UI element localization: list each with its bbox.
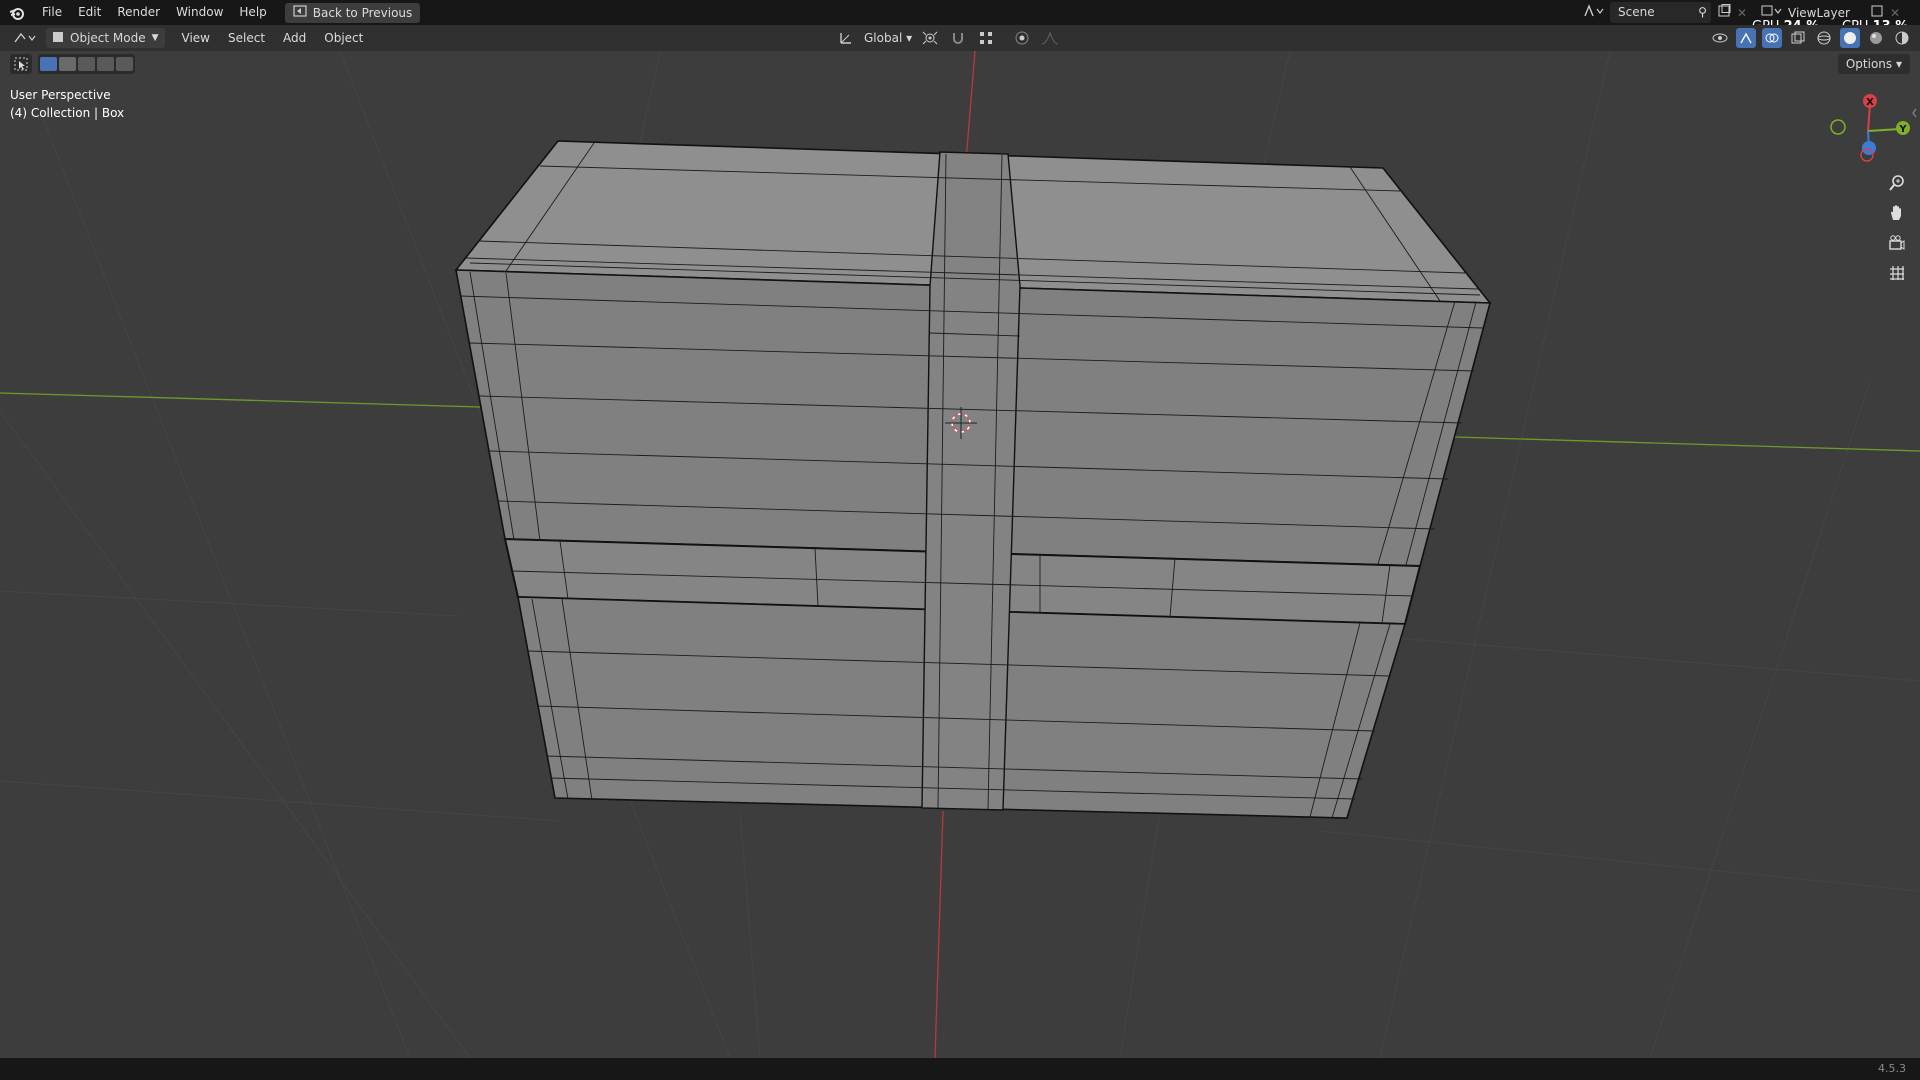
pin-icon[interactable]: ⚲: [1698, 2, 1707, 23]
y-axis-line: [0, 392, 481, 408]
menu-add[interactable]: Add: [274, 31, 315, 45]
menu-render[interactable]: Render: [109, 0, 168, 25]
orientation-icon: [836, 28, 856, 48]
delete-view-layer-icon[interactable]: ✕: [1890, 6, 1900, 20]
options-dropdown[interactable]: Options ▾: [1837, 54, 1910, 74]
x-axis-line-bottom: [934, 810, 944, 1059]
tool-header: [10, 54, 135, 74]
menu-file[interactable]: File: [34, 0, 70, 25]
scene-name: Scene: [1618, 5, 1655, 19]
material-shading-icon[interactable]: [1866, 28, 1886, 48]
xray-toggle-icon[interactable]: [1788, 28, 1808, 48]
y-axis-line-right: [1454, 436, 1920, 452]
scene-name-field[interactable]: Scene ⚲: [1610, 2, 1711, 23]
falloff-icon[interactable]: [1040, 28, 1060, 48]
selection-mode-group[interactable]: [38, 54, 135, 74]
status-bar: 4.5.3: [0, 1058, 1920, 1080]
top-bar: File Edit Render Window Help Back to Pre…: [0, 0, 1920, 34]
snap-icon[interactable]: [948, 28, 968, 48]
delete-scene-icon[interactable]: ✕: [1737, 6, 1747, 20]
version-label: 4.5.3: [1878, 1062, 1906, 1075]
view-layer-name[interactable]: ViewLayer: [1788, 6, 1850, 20]
camera-view-icon[interactable]: [1883, 229, 1911, 257]
scene-icon: [1582, 3, 1604, 22]
snap-target-icon[interactable]: [976, 28, 996, 48]
gizmo-z-axis[interactable]: [1862, 141, 1876, 155]
editor-type-icon[interactable]: [10, 28, 40, 48]
pan-hand-icon[interactable]: [1883, 199, 1911, 227]
object-mode-label: Object Mode: [70, 31, 146, 45]
sidebar-toggle-icon[interactable]: [1912, 108, 1917, 118]
x-axis-line: [965, 50, 976, 162]
transform-orientation-label: Global: [864, 31, 903, 45]
screen-back-icon: [293, 5, 307, 20]
overlays-toggle-icon[interactable]: [1762, 28, 1782, 48]
gizmo-toggle-icon[interactable]: [1736, 28, 1756, 48]
viewport-display-tools: [1710, 28, 1912, 48]
menu-help[interactable]: Help: [231, 0, 274, 25]
select-invert-icon[interactable]: [97, 57, 114, 71]
select-subtract-icon[interactable]: [78, 57, 95, 71]
new-scene-icon[interactable]: [1717, 4, 1731, 21]
menu-object[interactable]: Object: [315, 31, 372, 45]
options-label: Options: [1845, 57, 1893, 71]
chevron-down-icon: ▼: [151, 33, 159, 43]
select-intersect-icon[interactable]: [116, 57, 133, 71]
object-mode-icon: [52, 31, 64, 46]
orthographic-toggle-icon[interactable]: [1883, 259, 1911, 287]
scene-selector[interactable]: Scene ⚲ ✕: [1582, 2, 1747, 23]
transform-orientation-dropdown[interactable]: Global ▾: [864, 31, 912, 45]
box-mesh[interactable]: [454, 140, 1492, 819]
rendered-shading-icon[interactable]: [1892, 28, 1912, 48]
gizmo-neg-y[interactable]: [1830, 119, 1846, 135]
zoom-icon[interactable]: [1883, 169, 1911, 197]
viewport-canvas[interactable]: X Y: [0, 50, 1920, 1059]
select-extend-icon[interactable]: [59, 57, 76, 71]
menu-window[interactable]: Window: [168, 0, 231, 25]
visibility-icon[interactable]: [1710, 28, 1730, 48]
collection-info: (4) Collection | Box: [10, 106, 125, 120]
proportional-editing-icon[interactable]: [1012, 28, 1032, 48]
3d-viewport[interactable]: X Y: [0, 50, 1920, 1059]
transform-tools: Global ▾: [836, 28, 1060, 48]
wireframe-shading-icon[interactable]: [1814, 28, 1834, 48]
viewport-info: User Perspective (4) Collection | Box: [10, 86, 124, 122]
menu-edit[interactable]: Edit: [70, 0, 109, 25]
select-tool-button[interactable]: [10, 54, 32, 74]
menu-select[interactable]: Select: [219, 31, 274, 45]
gizmo-x-label: X: [1866, 97, 1874, 108]
pivot-point-icon[interactable]: [920, 28, 940, 48]
menu-view[interactable]: View: [173, 31, 219, 45]
blender-logo-icon[interactable]: [0, 0, 34, 25]
gizmo-y-label: Y: [1898, 124, 1907, 135]
select-new-icon[interactable]: [40, 57, 57, 71]
viewport-header: Object Mode ▼ View Select Add Object Glo…: [0, 25, 1920, 51]
view-name: User Perspective: [10, 88, 111, 102]
object-mode-dropdown[interactable]: Object Mode ▼: [46, 28, 165, 48]
solid-shading-icon[interactable]: [1840, 28, 1860, 48]
back-to-previous-label: Back to Previous: [312, 5, 413, 20]
navigation-gizmo[interactable]: X Y: [1830, 94, 1917, 162]
back-to-previous-button[interactable]: Back to Previous: [284, 2, 421, 23]
